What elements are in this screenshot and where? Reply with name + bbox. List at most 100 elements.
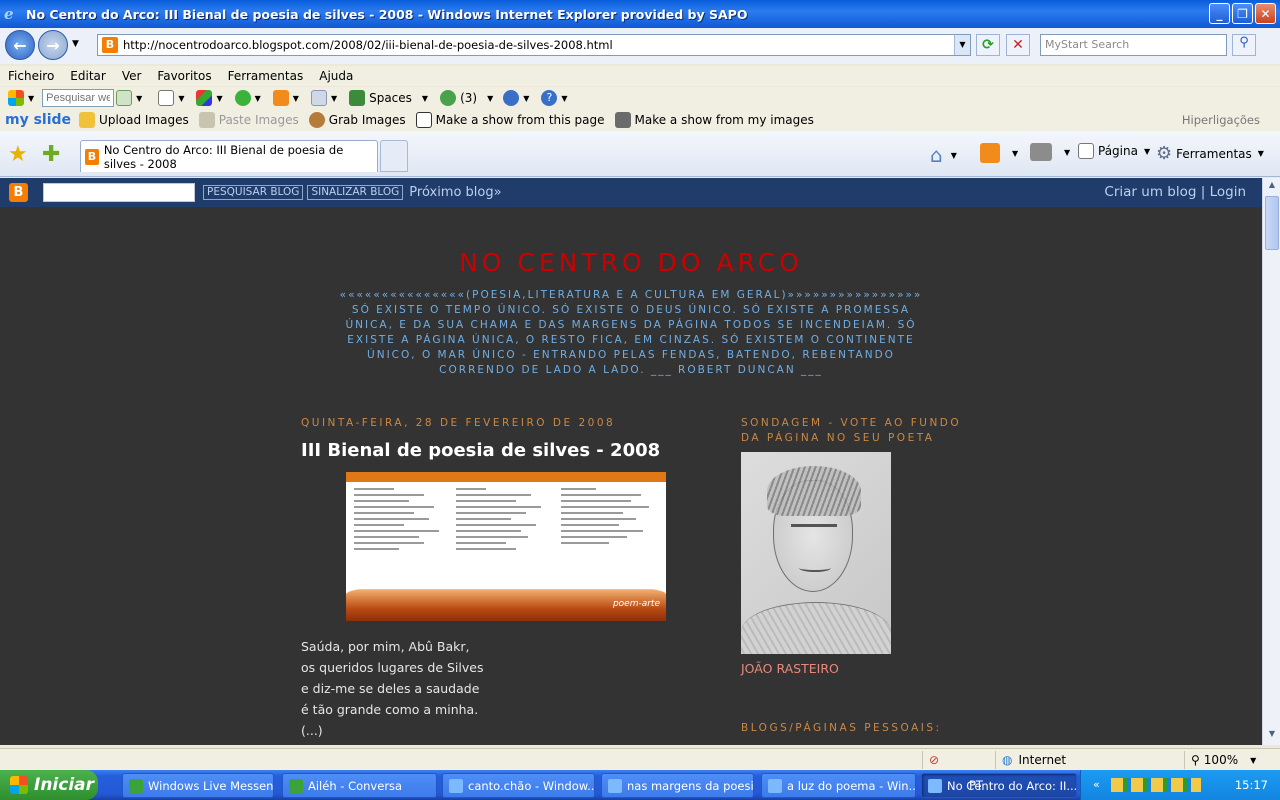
rss-feed-icon[interactable] — [272, 90, 289, 106]
poem-line: os queridos lugares de Silves — [301, 660, 484, 675]
start-button[interactable]: Iniciar — [0, 770, 98, 800]
post-title[interactable]: III Bienal de poesia de silves - 2008 — [301, 440, 660, 461]
toolbar-search-input[interactable] — [42, 89, 115, 107]
search-blog-button[interactable]: PESQUISAR BLOG — [203, 185, 304, 200]
dropdown-icon[interactable]: ▼ — [1012, 149, 1018, 158]
add-favorite-icon[interactable]: ✚ — [42, 142, 60, 167]
favorites-star-icon[interactable]: ★ — [8, 142, 28, 167]
grab-images-button[interactable]: Grab Images — [308, 112, 406, 128]
alerts-icon[interactable] — [503, 90, 520, 106]
blogger-logo-icon[interactable]: B — [9, 183, 28, 202]
windows-logo-icon[interactable] — [8, 90, 24, 106]
scroll-thumb[interactable] — [1265, 196, 1279, 250]
task-no-centro-do-arco[interactable]: No Centro do Arco: II... — [921, 773, 1077, 798]
tray-icons[interactable] — [1111, 778, 1201, 792]
poll-header: SONDAGEM - VOTE AO FUNDO DA PÁGINA NO SE… — [741, 417, 962, 444]
add-icon[interactable] — [234, 90, 251, 106]
dropdown-icon[interactable]: ▼ — [561, 94, 567, 103]
contacts-button[interactable]: (3) — [440, 90, 477, 106]
dropdown-icon[interactable]: ▼ — [255, 94, 261, 103]
dropdown-icon[interactable]: ▼ — [178, 94, 184, 103]
menu-favoritos[interactable]: Favoritos — [149, 69, 219, 83]
address-dropdown-icon[interactable]: ▼ — [954, 35, 970, 55]
vertical-scrollbar[interactable]: ▲ ▼ — [1262, 178, 1280, 745]
dropdown-icon[interactable]: ▼ — [487, 94, 493, 103]
dropdown-icon[interactable]: ▼ — [331, 94, 337, 103]
refresh-button[interactable]: ⟳ — [976, 34, 1000, 56]
create-blog-link[interactable]: Criar um blog — [1104, 184, 1196, 200]
paste-label: Paste Images — [218, 113, 299, 127]
menu-editar[interactable]: Editar — [62, 69, 114, 83]
login-link[interactable]: Login — [1210, 184, 1246, 200]
poet-name-link[interactable]: JOÃO RASTEIRO — [741, 661, 839, 676]
minimize-button[interactable]: _ — [1209, 3, 1230, 24]
search-icon[interactable]: ⚲ — [1232, 34, 1256, 56]
back-button[interactable]: ← — [5, 30, 35, 60]
scroll-up-icon[interactable]: ▲ — [1265, 180, 1279, 194]
slideshow-icon — [415, 112, 432, 128]
menu-ajuda[interactable]: Ajuda — [311, 69, 361, 83]
dropdown-icon[interactable]: ▼ — [28, 94, 34, 103]
menu-ferramentas[interactable]: Ferramentas — [220, 69, 312, 83]
dropdown-icon[interactable]: ▼ — [216, 94, 222, 103]
grab-label: Grab Images — [328, 113, 406, 127]
language-indicator[interactable]: PT — [969, 778, 983, 792]
stop-button[interactable]: ✕ — [1006, 34, 1030, 56]
dropdown-icon[interactable]: ▼ — [523, 94, 529, 103]
blog-description: «««««««««««««««(POESIA,LITERATURA E A CU… — [339, 289, 923, 376]
dropdown-icon[interactable]: ▼ — [951, 151, 957, 160]
window-icon[interactable] — [158, 90, 175, 106]
maximize-button[interactable]: ❐ — [1232, 3, 1253, 24]
feeds-button[interactable]: ▼ — [980, 143, 1018, 163]
blog-title[interactable]: NO CENTRO DO ARCO — [0, 248, 1262, 277]
menu-ficheiro[interactable]: Ficheiro — [0, 69, 62, 83]
menu-ver[interactable]: Ver — [114, 69, 150, 83]
task-messenger[interactable]: Windows Live Messen... — [122, 773, 274, 798]
links-label[interactable]: Hiperligações — [1182, 113, 1260, 127]
paste-images-button[interactable]: Paste Images — [198, 112, 299, 128]
scroll-down-icon[interactable]: ▼ — [1265, 729, 1279, 743]
help-icon[interactable]: ? — [541, 90, 558, 106]
home-button[interactable]: ⌂ ▼ — [930, 143, 957, 167]
upload-images-button[interactable]: Upload Images — [79, 112, 189, 128]
task-luz-do-poema[interactable]: a luz do poema - Win... — [761, 773, 916, 798]
task-nas-margens[interactable]: nas margens da poesi... — [601, 773, 754, 798]
new-tab-button[interactable] — [380, 140, 408, 172]
forward-button[interactable]: → — [38, 30, 68, 60]
poet-portrait-image[interactable] — [741, 452, 891, 654]
print-button[interactable]: ▼ — [1030, 143, 1070, 161]
recent-pages-dropdown-icon[interactable]: ▼ — [72, 39, 79, 49]
task-conversation[interactable]: Ailéh - Conversa — [282, 773, 437, 798]
show-from-page-button[interactable]: Make a show from this page — [415, 112, 605, 128]
popup-blocker-icon[interactable]: ⊘ — [922, 751, 950, 769]
rss-icon — [980, 143, 1000, 163]
flag-blog-button[interactable]: SINALIZAR BLOG — [307, 185, 404, 200]
page-menu-button[interactable]: Página ▼ — [1078, 143, 1150, 159]
next-blog-link[interactable]: Próximo blog» — [409, 185, 501, 200]
address-bar[interactable]: B http://nocentrodoarco.blogspot.com/200… — [97, 34, 971, 56]
web-page: B PESQUISAR BLOG SINALIZAR BLOG Próximo … — [0, 178, 1262, 745]
spaces-button[interactable]: Spaces — [349, 90, 412, 106]
bienal-poster-image[interactable]: poem-arte — [346, 472, 666, 621]
tray-arrow-icon[interactable]: « — [1093, 778, 1100, 791]
task-canto-chao[interactable]: canto.chão - Window... — [442, 773, 595, 798]
dropdown-icon: ▼ — [1143, 146, 1151, 156]
search-go-icon[interactable] — [116, 90, 133, 106]
paste-icon — [198, 112, 215, 128]
search-input[interactable]: MyStart Search — [1040, 34, 1227, 56]
tools-menu-button[interactable]: ⚙ Ferramentas ▼ — [1156, 143, 1264, 164]
show-from-mine-button[interactable]: Make a show from my images — [614, 112, 814, 128]
dropdown-icon[interactable]: ▼ — [422, 94, 428, 103]
dropdown-icon[interactable]: ▼ — [293, 94, 299, 103]
mail-icon[interactable] — [310, 90, 327, 106]
address-url: http://nocentrodoarco.blogspot.com/2008/… — [123, 38, 613, 52]
messenger-butterfly-icon[interactable] — [196, 90, 213, 106]
tab-active[interactable]: B No Centro do Arco: III Bienal de poesi… — [80, 140, 378, 172]
home-icon: ⌂ — [930, 143, 943, 167]
zoom-control[interactable]: ⚲ 100% ▼ — [1184, 751, 1264, 769]
dropdown-icon[interactable]: ▼ — [136, 94, 142, 103]
dropdown-icon[interactable]: ▼ — [1064, 148, 1070, 157]
page-icon — [1078, 143, 1094, 159]
blog-search-input[interactable] — [43, 183, 195, 202]
close-button[interactable]: ✕ — [1255, 3, 1276, 24]
